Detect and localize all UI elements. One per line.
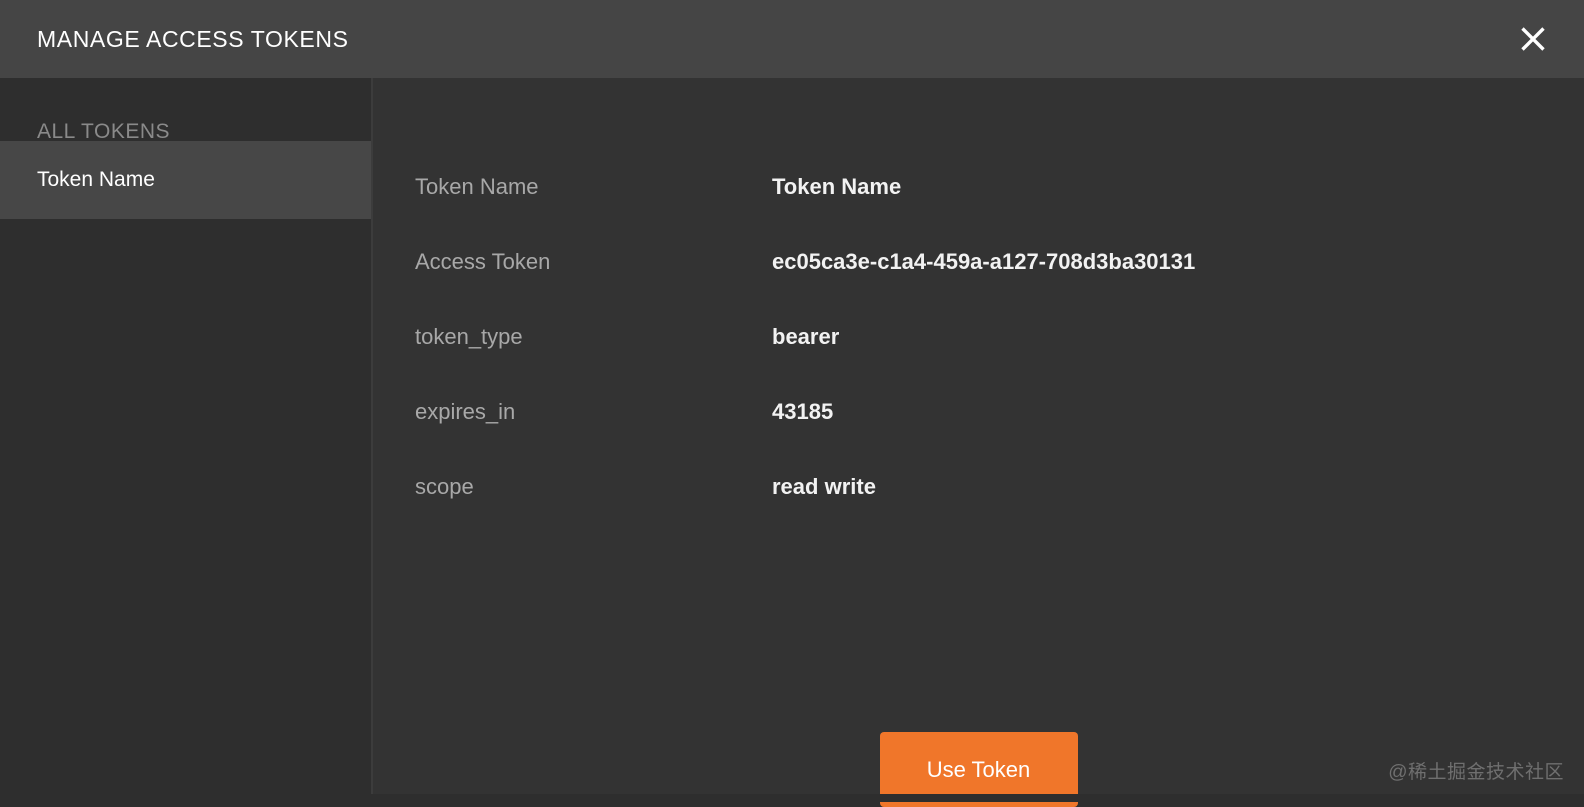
field-label-token-type: token_type	[415, 324, 523, 349]
field-label-scope: scope	[415, 474, 474, 499]
field-label-token-name: Token Name	[415, 174, 539, 199]
field-label-access-token: Access Token	[415, 249, 551, 274]
field-value-expires-in: 43185	[772, 399, 834, 424]
field-row-scope: scope read write	[415, 474, 1584, 549]
field-row-access-token: Access Token ec05ca3e-c1a4-459a-a127-708…	[415, 249, 1584, 324]
sidebar: ALL TOKENS Token Name	[0, 78, 373, 802]
field-row-expires-in: expires_in 43185	[415, 399, 1584, 474]
close-icon	[1519, 25, 1547, 53]
sidebar-heading-all-tokens: ALL TOKENS	[37, 120, 171, 143]
sidebar-item-token-name[interactable]: Token Name	[0, 141, 371, 219]
dialog-bottom-edge	[0, 794, 1584, 802]
page-title: MANAGE ACCESS TOKENS	[37, 25, 349, 52]
sidebar-token-list: Token Name	[0, 141, 371, 219]
field-value-access-token: ec05ca3e-c1a4-459a-a127-708d3ba30131	[772, 249, 1196, 274]
dialog-header: MANAGE ACCESS TOKENS	[0, 0, 1584, 78]
token-field-list: Token Name Token Name Access Token ec05c…	[373, 78, 1584, 549]
field-row-token-name: Token Name Token Name	[415, 174, 1584, 249]
manage-access-tokens-dialog: MANAGE ACCESS TOKENS ALL TOKENS Token Na…	[0, 0, 1584, 807]
field-row-token-type: token_type bearer	[415, 324, 1584, 399]
watermark: @稀土掘金技术社区	[1388, 762, 1564, 783]
field-value-token-type: bearer	[772, 324, 840, 349]
token-detail-panel: Token Name Token Name Access Token ec05c…	[373, 78, 1584, 807]
close-button[interactable]	[1510, 16, 1556, 62]
field-value-token-name: Token Name	[772, 174, 902, 199]
dialog-body: ALL TOKENS Token Name Token Name Token N…	[0, 78, 1584, 807]
sidebar-item-label: Token Name	[37, 168, 155, 191]
field-value-scope: read write	[772, 474, 876, 499]
field-label-expires-in: expires_in	[415, 399, 516, 424]
